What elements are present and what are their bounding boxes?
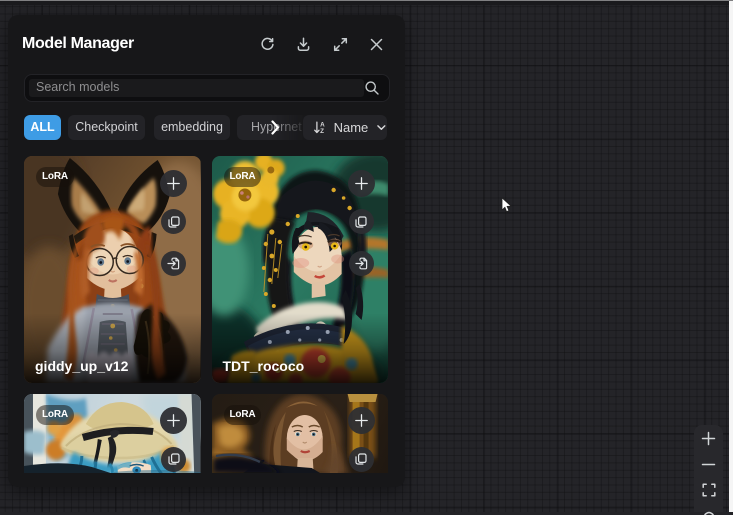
svg-text:Z: Z bbox=[320, 128, 324, 135]
